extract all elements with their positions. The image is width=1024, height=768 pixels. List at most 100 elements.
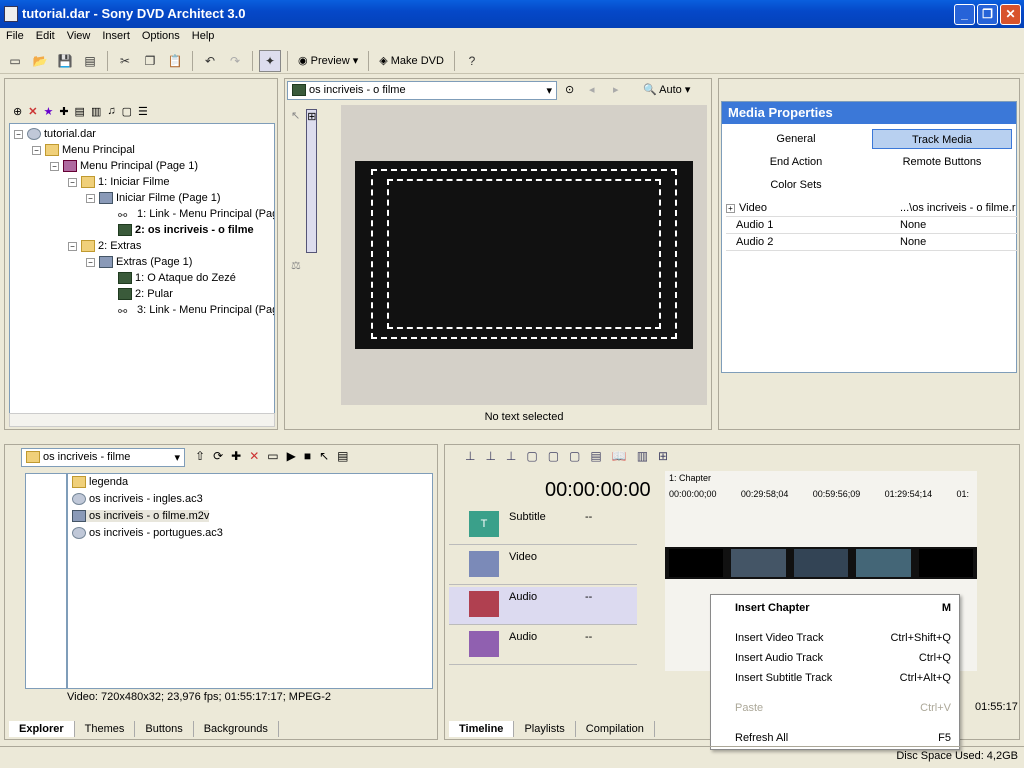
track-audio-2[interactable]: Audio -- [449,627,637,665]
up-folder-icon[interactable]: ⇧ [195,449,205,463]
nav-up-icon[interactable]: ⊙ [565,83,574,96]
track-video[interactable]: Video [449,547,637,585]
tree-item[interactable]: 1: O Ataque do Zezé [118,270,236,286]
menu-view[interactable]: View [61,28,97,46]
prop-row-audio2[interactable]: Audio 2 None [726,234,1018,251]
copy-icon[interactable]: ❐ [139,50,161,72]
menu-help[interactable]: Help [186,28,221,46]
align-icon[interactable]: ⊥ [465,449,475,463]
video-clip[interactable] [665,547,977,579]
file-item[interactable]: legenda [72,476,128,489]
tab-themes[interactable]: Themes [75,721,136,737]
tab-buttons[interactable]: Buttons [135,721,194,737]
track-audio-1[interactable]: Audio -- [449,587,637,625]
nav-forward-icon[interactable]: ▸ [613,83,619,96]
button-icon[interactable]: ▢ [122,105,132,118]
file-item-selected[interactable]: os incriveis - o filme.m2v [72,510,210,523]
prop-row-video[interactable]: + Video ...\os incriveis - o filme.r [726,200,1018,217]
menu-insert-chapter[interactable]: Insert Chapter M [735,599,951,617]
cut-icon[interactable]: ✂ [114,50,136,72]
general-button[interactable]: General [726,129,866,149]
align-2-icon[interactable]: ⊥ [485,449,495,463]
zoom-selector[interactable]: 🔍 Auto ▾ [643,83,690,96]
tree-item[interactable]: − Iniciar Filme (Page 1) [86,190,221,206]
nav-back-icon[interactable]: ◂ [589,83,595,96]
chapter-marker[interactable]: 1: Chapter [669,473,711,483]
insert-2-icon[interactable]: ▥ [91,105,101,118]
color-sets-button[interactable]: Color Sets [726,175,866,195]
menu-file[interactable]: File [0,28,30,46]
prop-row-audio1[interactable]: Audio 1 None [726,217,1018,234]
paste-icon[interactable]: 📋 [164,50,186,72]
scale-tool-icon[interactable]: ⚖ [291,259,301,401]
file-item[interactable]: os incriveis - ingles.ac3 [72,493,203,506]
menu-paste[interactable]: Paste Ctrl+V [735,699,951,717]
target-icon[interactable]: ⊕ [13,105,22,118]
marker-2-icon[interactable]: ▢ [548,449,559,463]
file-item[interactable]: os incriveis - portugues.ac3 [72,527,223,540]
star-icon[interactable]: ★ [43,105,53,118]
grid-tool-icon[interactable]: ⊞ [306,109,318,253]
remote-buttons-button[interactable]: Remote Buttons [872,152,1012,172]
tab-timeline[interactable]: Timeline [449,721,515,737]
tree-item[interactable]: − Menu Principal (Page 1) [50,158,198,174]
tree-item[interactable]: 2: Pular [118,286,173,302]
tab-backgrounds[interactable]: Backgrounds [194,721,279,737]
track-subtitle[interactable]: T Subtitle -- [449,507,637,545]
menu-insert[interactable]: Insert [96,28,136,46]
add-icon[interactable]: ✚ [231,449,241,463]
menu-edit[interactable]: Edit [30,28,61,46]
preview-selector[interactable]: os incriveis - o filme ▾ [287,81,557,100]
tree-item-selected[interactable]: 2: os incriveis - o filme [118,222,254,238]
tab-playlists[interactable]: Playlists [514,721,576,737]
tree-item[interactable]: ⚯ 3: Link - Menu Principal (Pag [118,302,274,318]
tab-explorer[interactable]: Explorer [9,721,75,737]
undo-icon[interactable]: ↶ [199,50,221,72]
menu-insert-audio-track[interactable]: Insert Audio Track Ctrl+Q [735,649,951,667]
snap-icon[interactable]: ✦ [259,49,281,72]
redo-icon[interactable]: ↷ [224,50,246,72]
maximize-button[interactable]: ❐ [977,4,998,25]
menu-insert-subtitle-track[interactable]: Insert Subtitle Track Ctrl+Alt+Q [735,669,951,687]
insert-icon[interactable]: ▤ [75,105,85,118]
tree-item[interactable]: ⚯ 1: Link - Menu Principal (Pag [118,206,274,222]
music-icon[interactable]: ♫ [107,105,115,117]
chapter-icon[interactable]: ▤ [590,449,601,463]
align-3-icon[interactable]: ⊥ [506,449,516,463]
views-icon[interactable]: ▤ [337,449,348,463]
new-icon[interactable]: ▭ [4,50,26,72]
refresh-icon[interactable]: ⟳ [213,449,223,463]
explorer-path[interactable]: os incriveis - filme ▾ [21,448,185,467]
delete-icon[interactable]: ✕ [249,449,259,463]
tab-compilation[interactable]: Compilation [576,721,655,737]
tree-item[interactable]: − Menu Principal [32,142,135,158]
marker-3-icon[interactable]: ▢ [569,449,580,463]
tree-item[interactable]: −1: Iniciar Filme [68,174,170,190]
tree-item[interactable]: −2: Extras [68,238,141,254]
tree-hscrollbar[interactable] [9,413,275,427]
menu-insert-video-track[interactable]: Insert Video Track Ctrl+Shift+Q [735,629,951,647]
list-icon[interactable]: ☰ [138,105,148,118]
stop-icon[interactable]: ■ [304,449,311,463]
end-action-button[interactable]: End Action [726,152,866,172]
book-icon[interactable]: 📖 [612,449,627,463]
menu-refresh-all[interactable]: Refresh All F5 [735,729,951,747]
snap-icon[interactable]: ⊞ [658,449,668,463]
track-media-button[interactable]: Track Media [872,129,1012,149]
delete-icon[interactable]: ✕ [28,105,37,118]
help-pointer-icon[interactable]: ? [461,50,483,72]
preview-button[interactable]: ◉ Preview ▾ [294,50,362,72]
new-folder-icon[interactable]: ▭ [267,449,278,463]
add-menu-icon[interactable]: ✚ [59,105,68,118]
minimize-button[interactable]: _ [954,4,975,25]
film-strip-icon[interactable]: ▥ [637,449,648,463]
arrow-tool-icon[interactable]: ↖ [291,109,300,253]
tree-item[interactable]: − Extras (Page 1) [86,254,192,270]
tree-item[interactable]: − tutorial.dar [14,126,96,142]
marker-icon[interactable]: ▢ [526,449,537,463]
auto-preview-icon[interactable]: ↖ [319,449,329,463]
menu-options[interactable]: Options [136,28,186,46]
close-button[interactable]: ✕ [1000,4,1021,25]
make-dvd-button[interactable]: ◈ Make DVD [375,50,448,72]
save-icon[interactable]: 💾 [54,50,76,72]
